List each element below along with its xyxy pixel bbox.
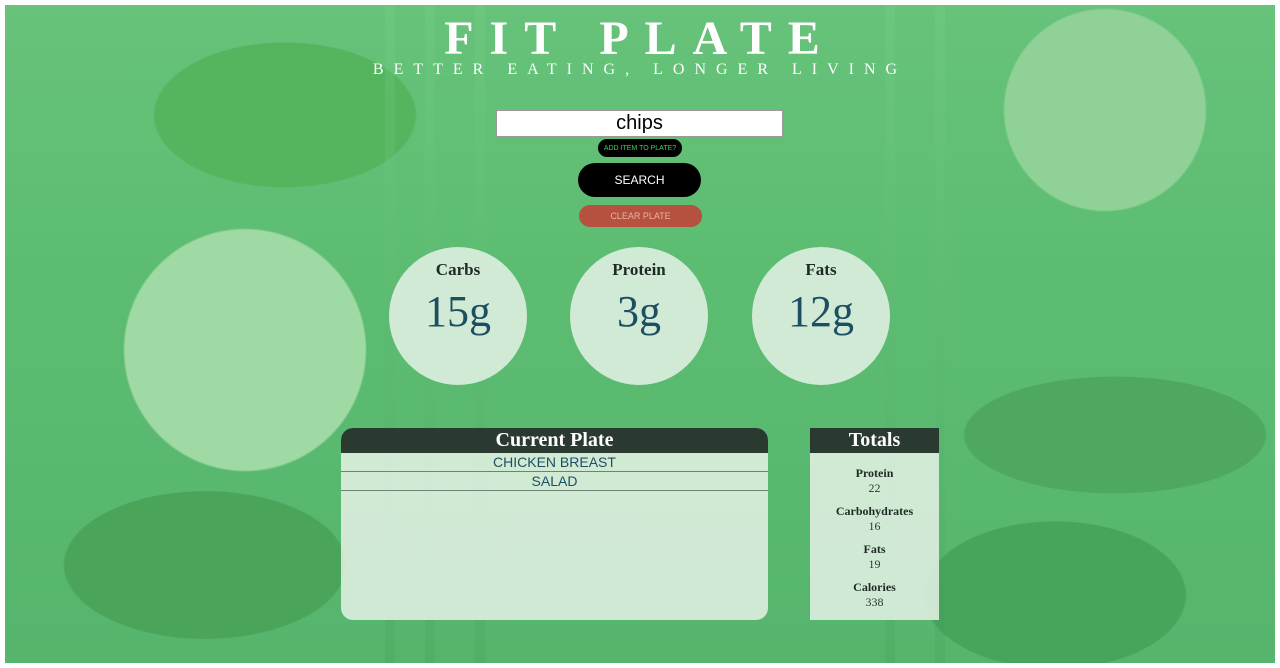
totals-calories-label: Calories [853,580,896,594]
add-item-button[interactable]: ADD ITEM TO PLATE? [598,139,682,157]
carbs-value: 15g [425,287,491,336]
page-title: FIT PLATE [444,12,836,65]
plate-item[interactable]: SALAD [341,472,768,491]
totals-carbohydrates-value: 16 [868,519,881,533]
plate-item[interactable]: CHICKEN BREAST [341,453,768,472]
totals-protein-label: Protein [855,466,894,480]
protein-circle: Protein 3g [570,247,708,385]
protein-label: Protein [612,260,666,279]
current-plate-title: Current Plate [341,428,768,453]
totals-carbohydrates-label: Carbohydrates [835,504,914,518]
carbs-label: Carbs [435,260,481,279]
totals-protein-value: 22 [868,481,881,495]
totals-fats-label: Fats [863,542,886,556]
totals-panel: Totals Protein 22 Carbohydrates 16 Fats … [810,428,939,620]
page-subtitle: BETTER EATING, LONGER LIVING [372,61,908,78]
totals-body: Protein 22 Carbohydrates 16 Fats 19 Calo… [810,453,939,610]
fats-value: 12g [788,287,854,336]
totals-fats-value: 19 [868,557,881,571]
clear-plate-button[interactable]: CLEAR PLATE [579,205,702,227]
totals-title: Totals [810,428,939,453]
current-plate-panel: Current Plate CHICKEN BREAST SALAD [341,428,768,620]
background-frame: FIT PLATE BETTER EATING, LONGER LIVING A… [5,5,1275,663]
protein-value: 3g [617,287,661,336]
fats-label: Fats [805,260,837,279]
carbs-circle: Carbs 15g [389,247,527,385]
search-button[interactable]: SEARCH [578,163,701,197]
search-input[interactable] [496,110,783,137]
fats-circle: Fats 12g [752,247,890,385]
totals-calories-value: 338 [865,595,884,609]
